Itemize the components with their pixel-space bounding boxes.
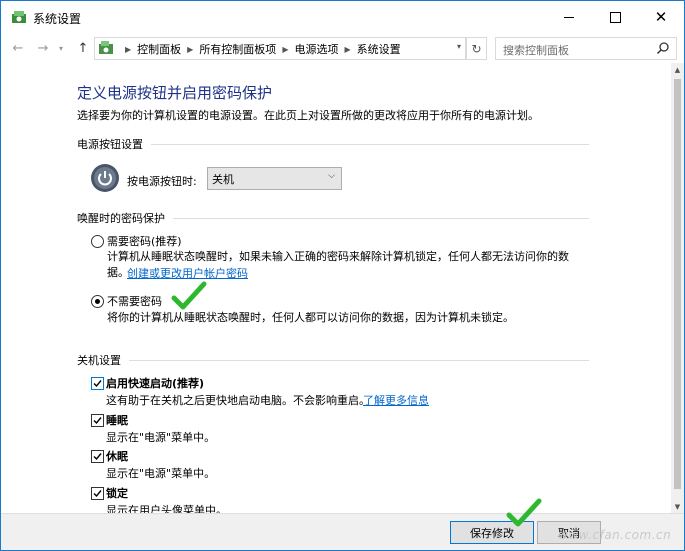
scroll-up-icon[interactable]: ▲ — [671, 63, 684, 76]
breadcrumb-item[interactable]: 系统设置 — [357, 41, 401, 57]
section-title: 唤醒时的密码保护 — [77, 212, 165, 225]
checkmark-icon — [93, 453, 102, 461]
close-icon: ✕ — [654, 7, 668, 26]
power-button-action-select[interactable]: 关机 ⌵ — [207, 167, 342, 190]
breadcrumb-separator-icon: ▶ — [125, 44, 132, 54]
checkmark-icon — [93, 380, 102, 388]
sleep-description: 显示在"电源"菜单中。 — [106, 431, 216, 444]
search-input[interactable]: 搜索控制面板 — [495, 37, 677, 60]
green-checkmark-icon — [171, 281, 207, 310]
lock-label[interactable]: 锁定 — [106, 485, 128, 501]
power-button-icon — [91, 164, 119, 192]
refresh-button[interactable]: ↻ — [466, 37, 487, 60]
checkmark-icon — [93, 417, 102, 425]
select-value: 关机 — [212, 173, 234, 186]
lock-description: 显示在用户头像菜单中。 — [106, 504, 227, 513]
breadcrumb-item[interactable]: 电源选项 — [294, 41, 338, 57]
fast-startup-label[interactable]: 启用快速启动(推荐) — [106, 375, 204, 391]
breadcrumb-separator-icon[interactable]: ▶ — [282, 45, 288, 54]
main-content: 定义电源按钮并启用密码保护 选择要为你的计算机设置的电源设置。在此页上对设置所做… — [1, 63, 671, 513]
close-button[interactable]: ✕ — [638, 1, 684, 33]
breadcrumb-separator-icon[interactable]: ▶ — [344, 45, 350, 54]
lock-checkbox[interactable] — [91, 487, 104, 500]
section-title: 电源按钮设置 — [77, 138, 143, 151]
maximize-icon — [609, 11, 621, 23]
section-divider — [151, 143, 589, 145]
forward-arrow-icon[interactable]: → — [34, 39, 52, 57]
scrollbar-thumb[interactable] — [674, 79, 681, 489]
checkmark-icon — [93, 490, 102, 498]
section-divider — [173, 217, 589, 219]
minimize-button[interactable] — [546, 1, 592, 33]
hibernate-checkbox[interactable] — [91, 450, 104, 463]
hibernate-label[interactable]: 休眠 — [106, 448, 128, 464]
navigation-bar: ← → ▾ ↑ ▶ 控制面板 ▶ 所有控制面板项 ▶ 电源选项 ▶ 系统设置 ▾… — [1, 33, 684, 63]
require-password-desc-line2: 据。 — [107, 266, 129, 279]
breadcrumb-separator-icon[interactable]: ▶ — [187, 45, 193, 54]
green-checkmark-icon — [506, 498, 542, 527]
hibernate-description: 显示在"电源"菜单中。 — [106, 467, 216, 480]
breadcrumb-item[interactable]: 所有控制面板项 — [199, 41, 276, 57]
breadcrumb: ▶ 控制面板 ▶ 所有控制面板项 ▶ 电源选项 ▶ 系统设置 — [119, 41, 401, 57]
window: 系统设置 ✕ ← → ▾ ↑ ▶ 控制面板 ▶ 所有控制面板项 ▶ 电源选项 ▶… — [0, 0, 685, 551]
back-arrow-icon[interactable]: ← — [9, 39, 27, 57]
search-icon — [656, 42, 669, 55]
title-bar[interactable]: 系统设置 ✕ — [1, 1, 684, 33]
address-dropdown-chevron-icon[interactable]: ▾ — [457, 42, 461, 51]
section-header-shutdown: 关机设置 — [77, 352, 589, 368]
search-placeholder: 搜索控制面板 — [503, 44, 569, 57]
address-bar[interactable]: ▶ 控制面板 ▶ 所有控制面板项 ▶ 电源选项 ▶ 系统设置 ▾ — [94, 37, 466, 60]
section-header-power-button: 电源按钮设置 — [77, 136, 589, 152]
section-title: 关机设置 — [77, 354, 121, 367]
fast-startup-description: 这有助于在关机之后更快地启动电脑。不会影响重启。 — [106, 394, 370, 407]
scroll-down-icon[interactable]: ▼ — [671, 500, 684, 513]
change-password-link[interactable]: 创建或更改用户帐户密码 — [127, 265, 248, 281]
control-panel-app-icon — [12, 11, 26, 23]
require-password-label[interactable]: 需要密码(推荐) — [107, 233, 182, 249]
chevron-down-icon: ⌵ — [328, 171, 335, 181]
window-title: 系统设置 — [33, 12, 82, 26]
up-arrow-icon[interactable]: ↑ — [74, 39, 92, 57]
fast-startup-checkbox[interactable] — [91, 377, 104, 390]
vertical-scrollbar[interactable]: ▲ ▼ — [671, 63, 684, 513]
section-header-wake-password: 唤醒时的密码保护 — [77, 210, 589, 226]
watermark: www.cfan.com.cn — [558, 528, 672, 542]
section-divider — [129, 359, 589, 361]
page-description: 选择要为你的计算机设置的电源设置。在此页上对设置所做的更改将应用于你所有的电源计… — [77, 109, 539, 122]
sleep-checkbox[interactable] — [91, 414, 104, 427]
no-password-description: 将你的计算机从睡眠状态唤醒时，任何人都可以访问你的数据，因为计算机未锁定。 — [107, 311, 514, 324]
page-title: 定义电源按钮并启用密码保护 — [77, 84, 273, 102]
refresh-icon: ↻ — [471, 41, 482, 56]
learn-more-link[interactable]: 了解更多信息 — [363, 392, 429, 408]
breadcrumb-item[interactable]: 控制面板 — [137, 41, 181, 57]
recent-locations-chevron-icon[interactable]: ▾ — [55, 39, 67, 57]
control-panel-icon — [99, 41, 113, 54]
minimize-icon — [564, 16, 574, 18]
require-password-radio[interactable] — [91, 235, 104, 248]
no-password-label[interactable]: 不需要密码 — [107, 293, 162, 309]
sleep-label[interactable]: 睡眠 — [106, 412, 128, 428]
no-password-radio[interactable] — [91, 295, 104, 308]
maximize-button[interactable] — [592, 1, 638, 33]
require-password-desc-line1: 计算机从睡眠状态唤醒时，如果未输入正确的密码来解除计算机锁定，任何人都无法访问你… — [107, 250, 569, 263]
power-button-label: 按电源按钮时: — [127, 175, 197, 188]
